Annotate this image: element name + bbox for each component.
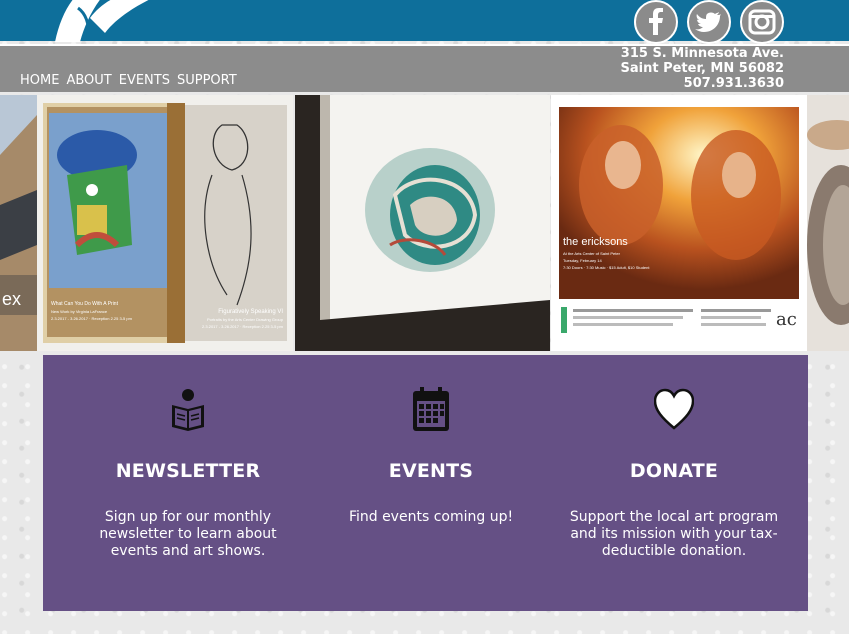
instagram-icon[interactable] xyxy=(740,0,784,44)
gallery-image-framed-print[interactable] xyxy=(295,95,550,351)
poster-left-subtitle: New Work by Virginia LaFrance xyxy=(51,309,108,314)
newsletter-text: Sign up for our monthly newsletter to le… xyxy=(99,509,277,559)
facebook-icon[interactable] xyxy=(634,0,678,44)
poster-band-line3: 7:30 Doors · 7:30 Music · $15 Adult, $10… xyxy=(563,265,650,270)
poster-left-dates: 2.3.2017 - 3.26.2017 · Reception 2.25 3-… xyxy=(51,316,133,321)
address-city: Saint Peter, MN 56082 xyxy=(620,61,785,76)
calendar-icon xyxy=(413,387,449,431)
svg-text:ac: ac xyxy=(776,309,797,330)
newsletter-title: NEWSLETTER xyxy=(115,460,261,482)
poster-band-line1: At the Arts Center of Saint Peter xyxy=(563,251,621,256)
events-text: Find events coming up! xyxy=(348,509,514,525)
features-panel: NEWSLETTER Sign up for our monthly newsl… xyxy=(43,355,808,611)
donate-title: DONATE xyxy=(629,460,719,482)
gallery-image-ericksons[interactable]: the ericksons At the Arts Center of Sain… xyxy=(551,95,807,351)
nav-about[interactable]: ABOUT xyxy=(66,73,111,88)
address-street: 315 S. Minnesota Ave. xyxy=(620,46,784,61)
poster-right-subtitle: Portraits by the Arts Center Drawing Gro… xyxy=(207,317,284,322)
site-logo[interactable] xyxy=(50,0,180,42)
nav-events[interactable]: EVENTS xyxy=(119,73,170,88)
top-bar xyxy=(0,0,849,44)
gallery-image-building[interactable]: ex xyxy=(0,95,37,351)
svg-text:ex: ex xyxy=(2,289,21,309)
gallery-image-posters[interactable]: What Can You Do With A Print New Work by… xyxy=(37,95,293,351)
poster-band-line2: Tuesday, February 14 xyxy=(563,258,602,263)
poster-band-name: the ericksons xyxy=(563,236,628,248)
nav-support[interactable]: SUPPORT xyxy=(177,73,237,88)
donate-text: Support the local art program and its mi… xyxy=(569,509,779,559)
poster-right-title: Figuratively Speaking VI xyxy=(218,309,283,315)
twitter-icon[interactable] xyxy=(687,0,731,44)
image-gallery: ex What Can You Do With A Print New Work… xyxy=(0,95,849,351)
gallery-image-pottery[interactable] xyxy=(807,95,849,351)
main-nav: HOME ABOUT EVENTS SUPPORT xyxy=(20,73,237,88)
events-title: EVENTS xyxy=(388,460,474,482)
heart-icon xyxy=(654,388,694,430)
contact-address: 315 S. Minnesota Ave. Saint Peter, MN 56… xyxy=(621,46,785,91)
nav-home[interactable]: HOME xyxy=(20,73,59,88)
poster-left-title: What Can You Do With A Print xyxy=(51,301,119,307)
nav-bar: HOME ABOUT EVENTS SUPPORT 315 S. Minneso… xyxy=(0,44,849,92)
phone-number[interactable]: 507.931.3630 xyxy=(621,76,784,91)
reading-book-icon xyxy=(172,389,204,431)
poster-right-dates: 2.3.2017 - 3.26.2017 · Reception 2.25 3-… xyxy=(202,324,284,329)
